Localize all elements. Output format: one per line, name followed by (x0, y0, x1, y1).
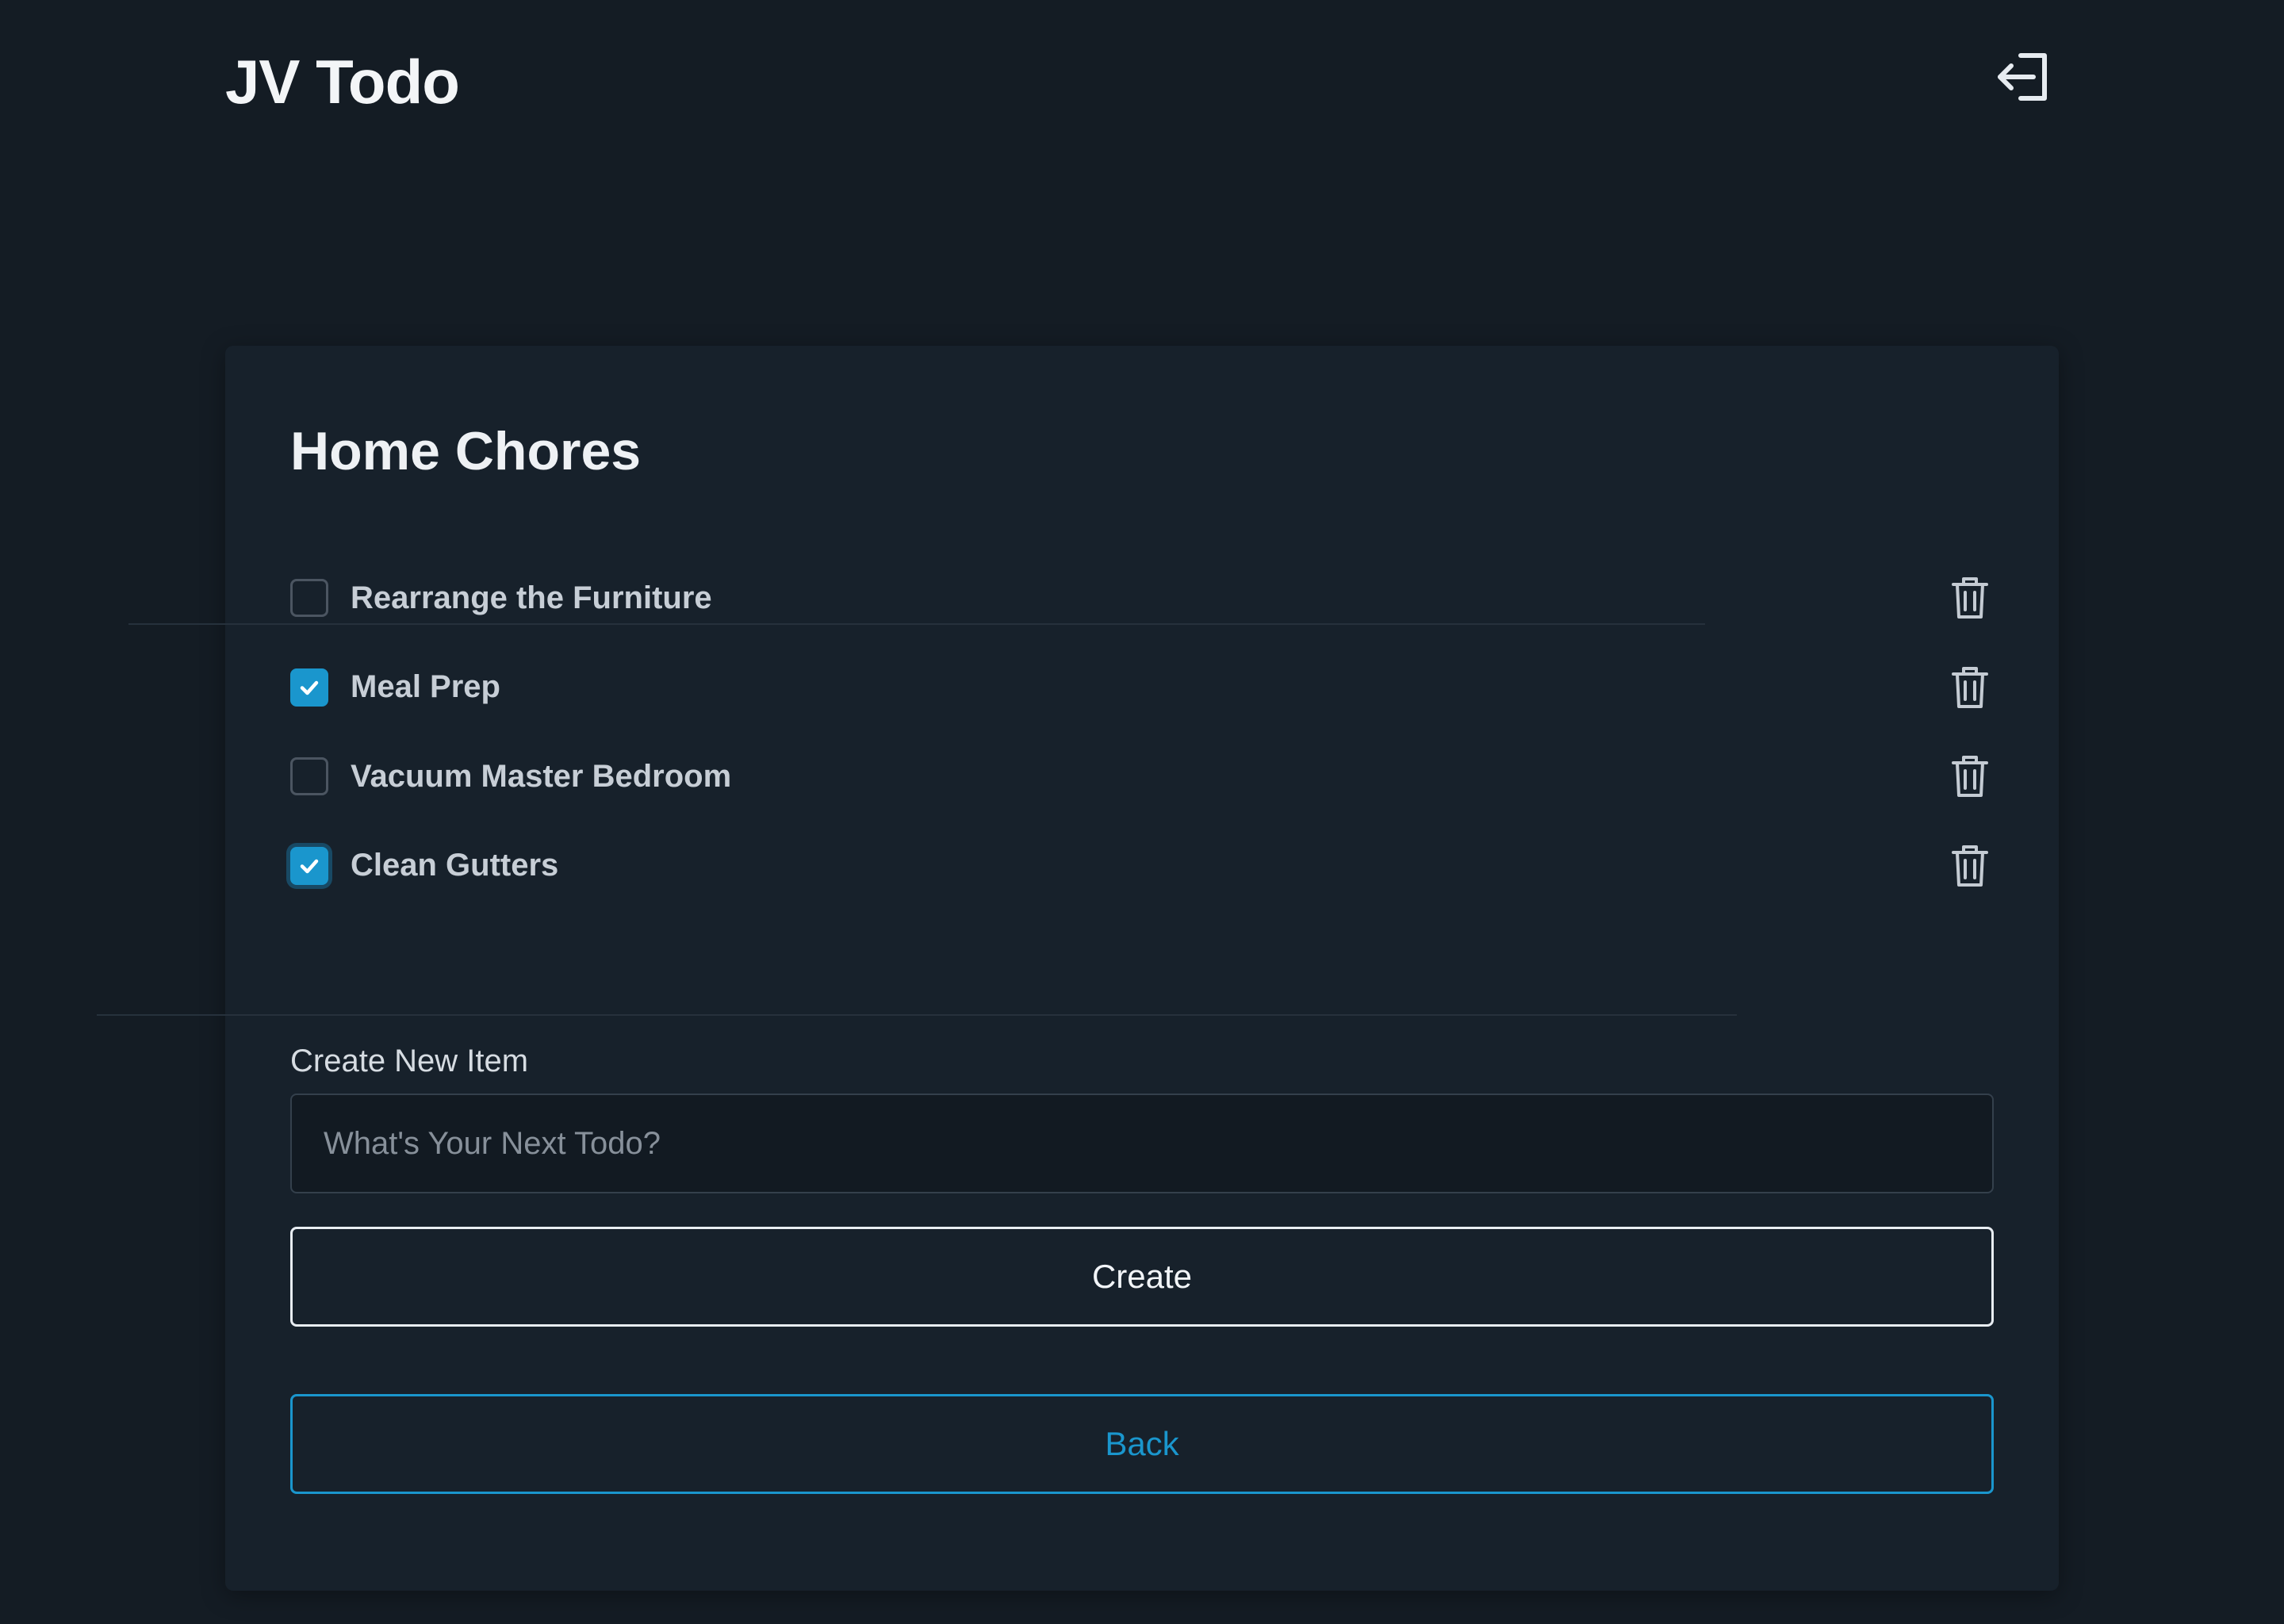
delete-button[interactable] (1946, 574, 1994, 622)
delete-button[interactable] (1946, 842, 1994, 890)
create-item-label: Create New Item (290, 1044, 529, 1078)
todo-item: Rearrange the Furniture (290, 553, 1994, 643)
todo-label[interactable]: Meal Prep (351, 669, 500, 705)
new-todo-input[interactable] (290, 1094, 1994, 1193)
list-title: Home Chores (290, 421, 642, 481)
todo-label[interactable]: Clean Gutters (351, 848, 558, 883)
app-title: JV Todo (225, 47, 460, 117)
todo-checkbox[interactable] (290, 579, 328, 618)
form-divider (97, 1014, 1737, 1016)
todo-checkbox[interactable] (290, 668, 328, 707)
todo-list: Rearrange the Furniture Meal Prep Vacuum… (290, 553, 1994, 910)
check-icon (300, 680, 319, 695)
list-divider (128, 623, 1705, 625)
todo-item: Meal Prep (290, 643, 1994, 733)
todo-item: Clean Gutters (290, 822, 1994, 911)
trash-icon (1952, 845, 1988, 887)
logout-button[interactable] (1989, 43, 2056, 109)
back-button[interactable]: Back (290, 1394, 1994, 1494)
todo-label[interactable]: Rearrange the Furniture (351, 580, 712, 616)
todo-checkbox[interactable] (290, 846, 328, 885)
todo-label[interactable]: Vacuum Master Bedroom (351, 759, 731, 795)
trash-icon (1952, 577, 1988, 619)
trash-icon (1952, 756, 1988, 798)
todo-checkbox[interactable] (290, 757, 328, 796)
todo-item: Vacuum Master Bedroom (290, 732, 1994, 822)
delete-button[interactable] (1946, 664, 1994, 711)
trash-icon (1952, 666, 1988, 708)
delete-button[interactable] (1946, 753, 1994, 800)
create-button[interactable]: Create (290, 1227, 1994, 1327)
check-icon (300, 859, 319, 873)
logout-icon (1998, 53, 2047, 101)
